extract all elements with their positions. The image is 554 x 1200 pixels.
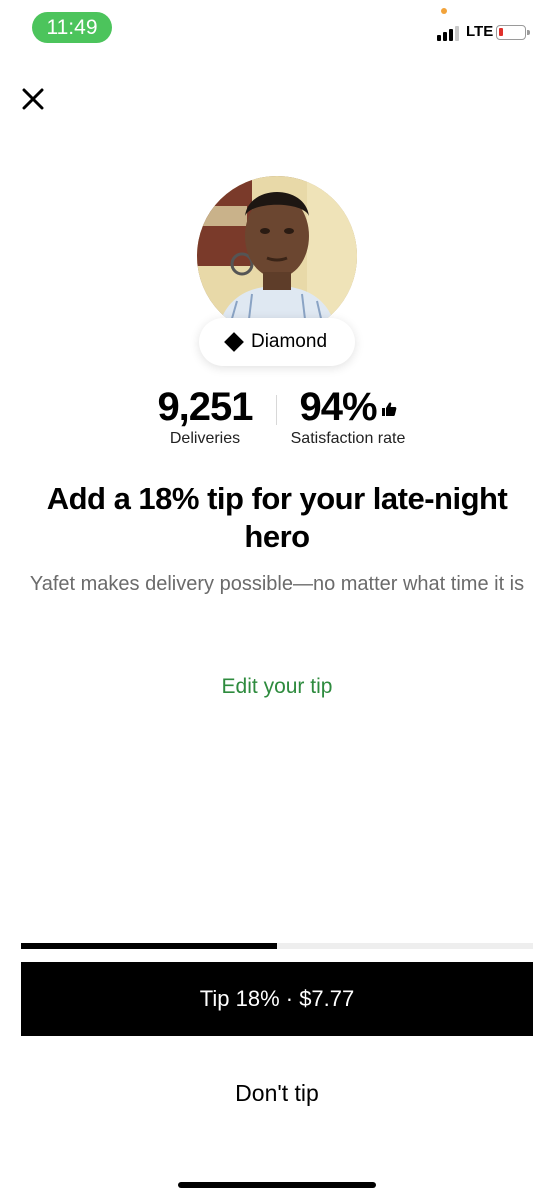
courier-avatar [197,176,357,336]
battery-level-fill [499,28,503,36]
close-button[interactable] [18,84,48,114]
courier-stats: 9,251 Deliveries 94% Satisfaction rate [0,385,554,447]
progress-bar [21,943,533,949]
satisfaction-label: Satisfaction rate [290,430,406,447]
tier-label: Diamond [250,331,328,352]
network-type: LTE [466,23,494,40]
edit-tip-link[interactable]: Edit your tip [0,675,554,699]
progress-fill [21,943,277,949]
dont-tip-button[interactable]: Don't tip [0,1080,554,1107]
thumbs-up-icon [381,402,396,417]
diamond-icon [224,332,244,352]
status-time: 11:49 [32,12,112,43]
stat-deliveries: 9,251 Deliveries [150,385,260,449]
deliveries-label: Deliveries [169,430,241,447]
privacy-indicator-dot [441,8,447,14]
stat-satisfaction: 94% Satisfaction rate [283,385,413,449]
courier-photo [197,176,357,336]
tip-button[interactable]: Tip 18% · $7.77 [21,962,533,1036]
deliveries-count: 9,251 [157,385,253,429]
tier-badge: Diamond [199,318,355,366]
tip-headline: Add a 18% tip for your late-night hero [46,481,508,554]
tip-subtext: Yafet makes delivery possible—no matter … [29,573,525,595]
cellular-signal-icon [437,25,461,41]
close-icon [22,88,44,110]
battery-icon [496,25,530,40]
home-indicator [178,1182,376,1188]
satisfaction-value: 94% [299,385,377,429]
stat-divider [276,395,277,425]
